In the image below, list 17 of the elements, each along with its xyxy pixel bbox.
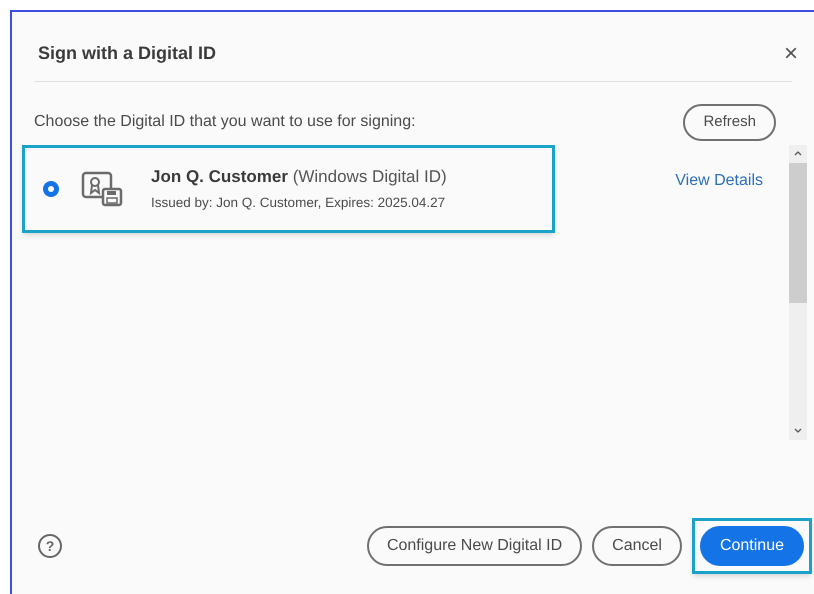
- dialog-button[interactable]: Cancel: [592, 526, 682, 566]
- radio-button[interactable]: [43, 180, 59, 196]
- prompt-text: Choose the Digital ID that you want to use for signing:: [34, 112, 416, 132]
- scroll-up-icon[interactable]: [794, 151, 802, 156]
- certificate-icon: [81, 170, 125, 206]
- scroll-down-icon[interactable]: [794, 428, 802, 433]
- continue-button[interactable]: Continue: [700, 526, 804, 566]
- close-button[interactable]: ×: [784, 42, 798, 66]
- dialog-button[interactable]: Configure New Digital ID: [366, 526, 582, 566]
- dialog-title: Sign with a Digital ID: [38, 42, 216, 65]
- digital-id-item[interactable]: Jon Q. Customer (Windows Digital ID) Issued by: Jon Q. Customer, Expires: 2025.04.27: [22, 144, 555, 232]
- view-details-link[interactable]: View Details: [675, 168, 763, 192]
- id-issuer: Issued by: Jon Q. Customer, Expires: 2025.04.27: [151, 194, 446, 212]
- id-name: Jon Q. Customer (Windows Digital ID): [151, 166, 447, 188]
- help-icon[interactable]: ?: [38, 534, 62, 558]
- scrollbar[interactable]: [789, 144, 807, 440]
- refresh-button[interactable]: Refresh: [683, 104, 776, 140]
